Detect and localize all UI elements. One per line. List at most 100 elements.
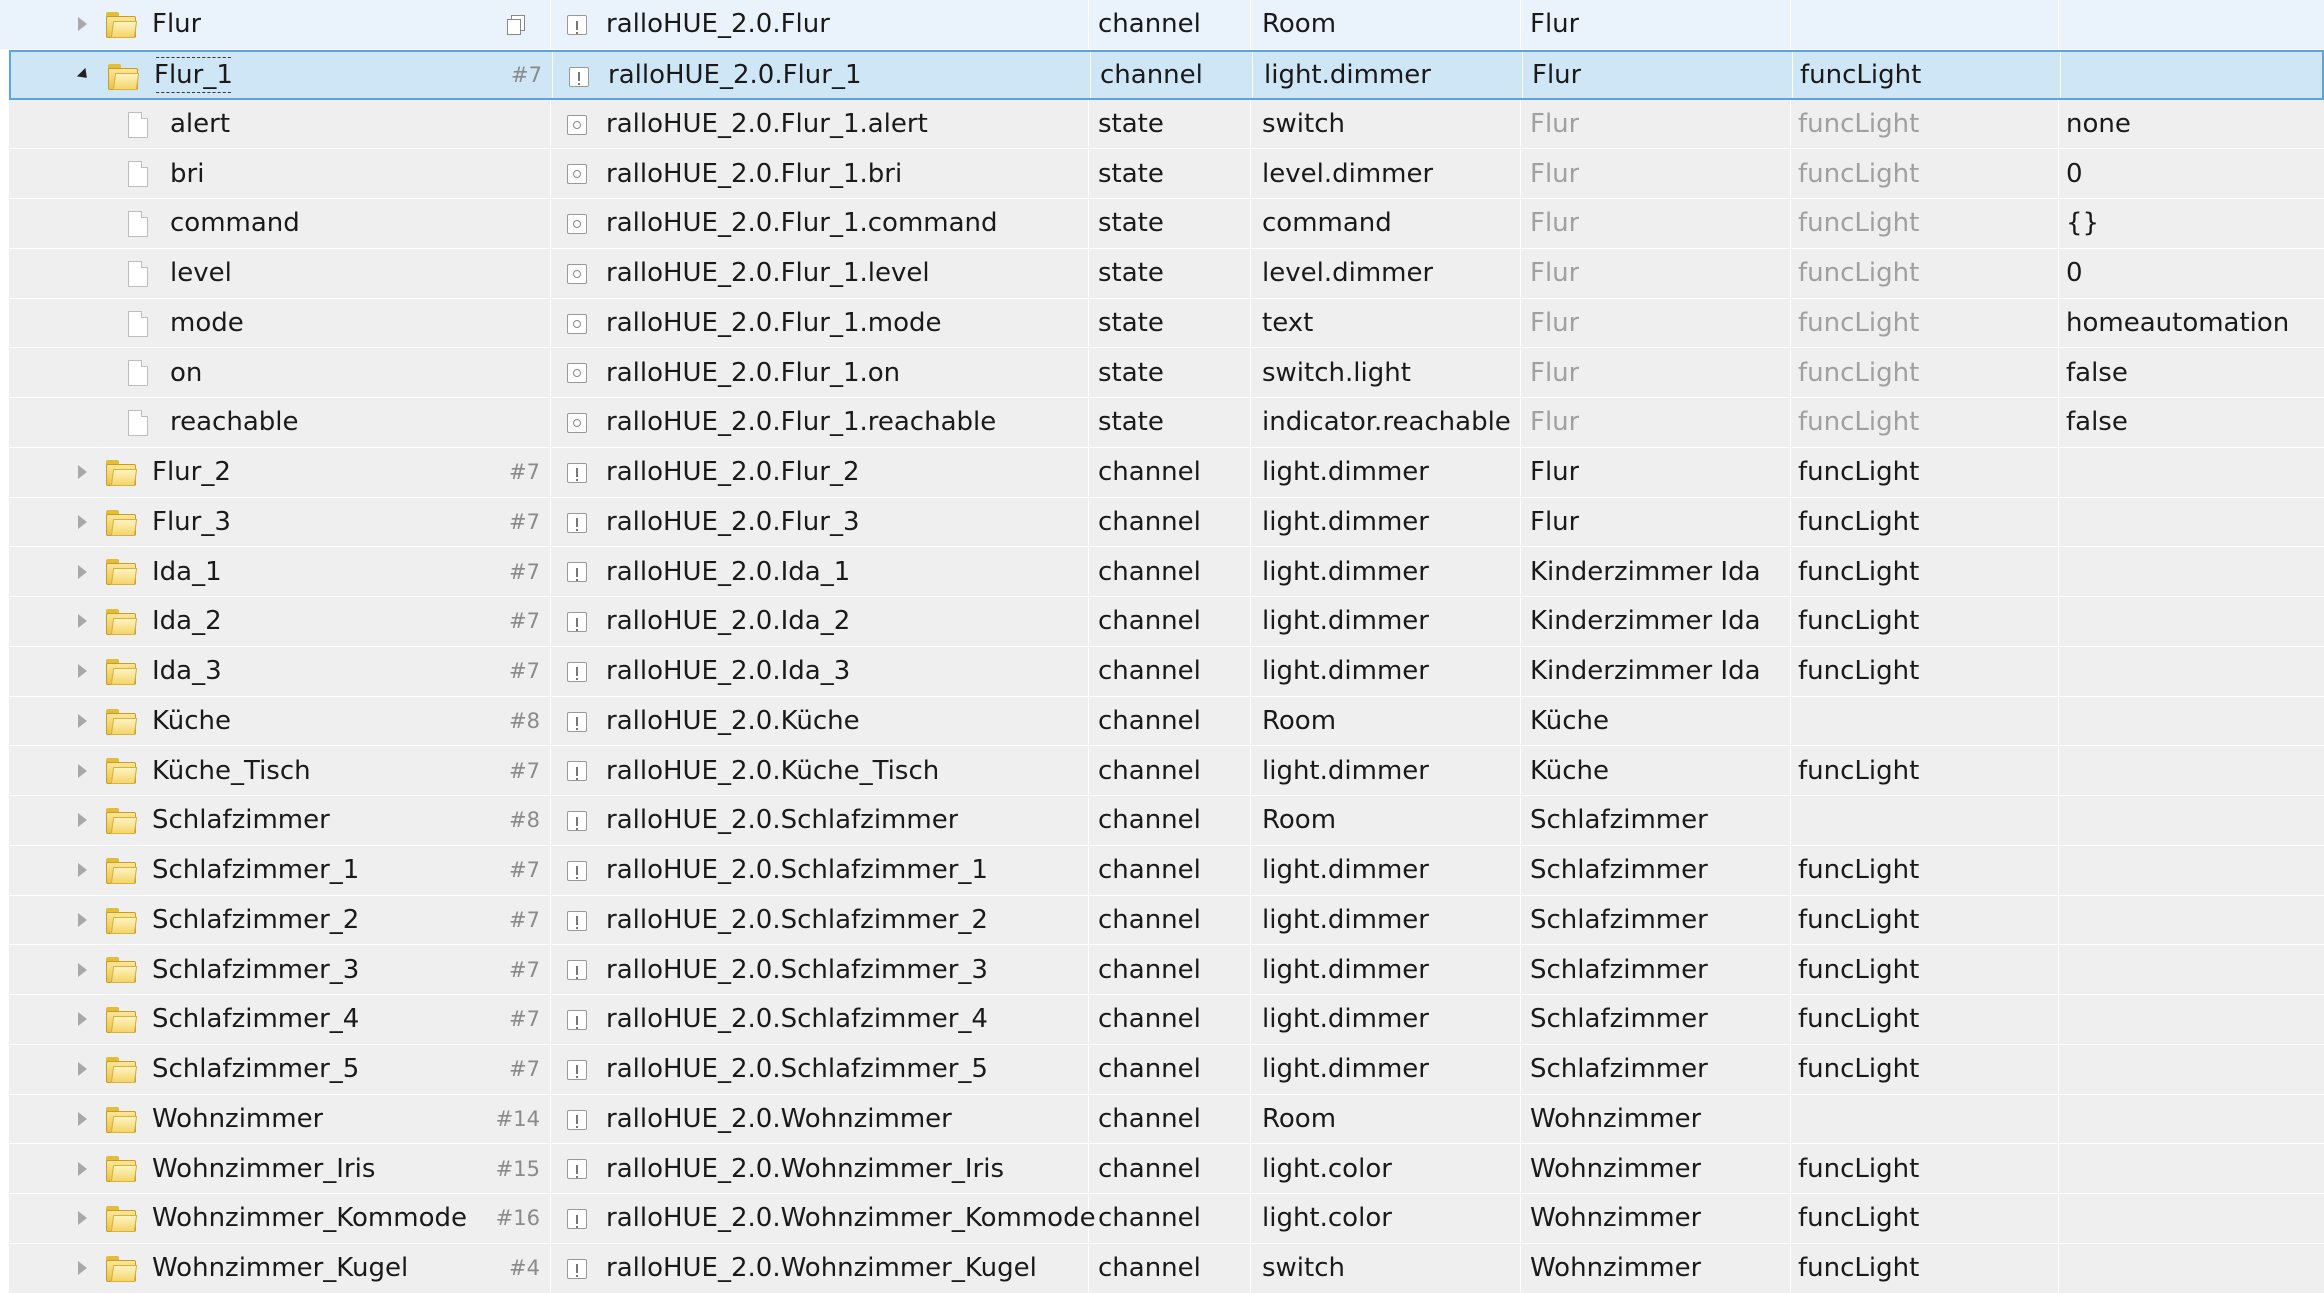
- table-row[interactable]: Wohnzimmer_Kugel #4 ralloHUE_2.0.Wohnzimme…: [9, 1243, 2324, 1294]
- expand-toggle[interactable]: [72, 647, 92, 696]
- object-name-label: Schlafzimmer_5: [152, 1054, 360, 1085]
- object-function: funcLight: [1798, 656, 1920, 687]
- object-value[interactable]: homeautomation: [2066, 299, 2289, 348]
- object-name[interactable]: Wohnzimmer_Kommode: [152, 1194, 467, 1243]
- object-room: Schlafzimmer: [1530, 855, 1708, 886]
- object-value[interactable]: 0: [2066, 249, 2083, 298]
- table-row[interactable]: Schlafzimmer #8 ralloHUE_2.0.Schlafzimmer c…: [9, 796, 2324, 846]
- object-name[interactable]: Schlafzimmer_5: [152, 1045, 359, 1094]
- channel-icon: [567, 661, 587, 682]
- object-name[interactable]: Wohnzimmer_Kugel: [152, 1244, 408, 1293]
- expand-toggle[interactable]: [72, 746, 92, 795]
- expand-toggle[interactable]: [72, 0, 92, 49]
- expand-toggle[interactable]: [72, 896, 92, 945]
- expand-toggle[interactable]: [72, 597, 92, 646]
- object-role: light.dimmer: [1262, 656, 1429, 687]
- object-name[interactable]: Flur_1: [154, 52, 233, 98]
- expand-toggle[interactable]: [72, 995, 92, 1044]
- object-value[interactable]: {}: [2066, 199, 2099, 248]
- object-name[interactable]: Flur_2: [152, 448, 231, 497]
- object-name[interactable]: level: [170, 249, 232, 298]
- table-row[interactable]: Küche_Tisch #7 ralloHUE_2.0.Küche_Tisch cha…: [9, 746, 2324, 796]
- folder-icon: [106, 609, 138, 635]
- object-name[interactable]: Ida_2: [152, 597, 222, 646]
- object-name[interactable]: command: [170, 199, 300, 248]
- channel-icon: [567, 512, 587, 533]
- folder-icon: [106, 1007, 138, 1033]
- object-name[interactable]: mode: [170, 299, 244, 348]
- object-role: level.dimmer: [1262, 158, 1434, 189]
- object-name[interactable]: Ida_3: [152, 647, 222, 696]
- collapse-toggle[interactable]: [74, 52, 94, 98]
- expand-toggle[interactable]: [72, 498, 92, 547]
- object-name[interactable]: Ida_1: [152, 547, 222, 596]
- table-row[interactable]: Ida_1 #7 ralloHUE_2.0.Ida_1 channel light.di…: [9, 547, 2324, 597]
- table-row[interactable]: alert ralloHUE_2.0.Flur_1.alert state switc…: [9, 99, 2324, 150]
- expand-toggle[interactable]: [72, 846, 92, 895]
- object-value[interactable]: false: [2066, 348, 2128, 397]
- file-icon: [128, 161, 148, 188]
- object-name-label: Schlafzimmer_2: [152, 904, 360, 935]
- object-name[interactable]: Wohnzimmer: [152, 1095, 323, 1144]
- object-name[interactable]: Schlafzimmer_3: [152, 945, 359, 994]
- expand-toggle[interactable]: [72, 945, 92, 994]
- expand-toggle[interactable]: [72, 547, 92, 596]
- expand-toggle[interactable]: [72, 1194, 92, 1243]
- table-row[interactable]: Ida_2 #7 ralloHUE_2.0.Ida_2 channel light.di…: [9, 597, 2324, 647]
- table-row[interactable]: level ralloHUE_2.0.Flur_1.level state level…: [9, 248, 2324, 299]
- channel-icon: [567, 960, 587, 981]
- object-value[interactable]: 0: [2066, 149, 2083, 198]
- object-name[interactable]: on: [170, 348, 202, 397]
- table-row[interactable]: Wohnzimmer_Iris #15 ralloHUE_2.0.Wohnzimme…: [9, 1144, 2324, 1194]
- table-row[interactable]: Flur_1 #7 ralloHUE_2.0.Flur_1 channel light.…: [9, 49, 2324, 100]
- copy-icon[interactable]: [505, 13, 527, 35]
- object-name[interactable]: alert: [170, 100, 230, 149]
- expand-toggle[interactable]: [72, 796, 92, 845]
- expand-toggle[interactable]: [72, 1144, 92, 1193]
- object-name[interactable]: Küche: [152, 697, 231, 746]
- table-row[interactable]: Flur_3 #7 ralloHUE_2.0.Flur_3 channel light.…: [9, 497, 2324, 548]
- object-value[interactable]: false: [2066, 398, 2128, 447]
- table-row[interactable]: Flur_2 #7 ralloHUE_2.0.Flur_2 channel light.…: [9, 447, 2324, 498]
- expand-toggle[interactable]: [72, 448, 92, 497]
- object-name[interactable]: Flur: [152, 0, 201, 49]
- table-row[interactable]: Schlafzimmer_2 #7 ralloHUE_2.0.Schlafzimme…: [9, 895, 2324, 946]
- expand-toggle[interactable]: [72, 1244, 92, 1293]
- table-row[interactable]: Wohnzimmer_Kommode #16 ralloHUE_2.0.Wohnzi…: [9, 1194, 2324, 1244]
- object-name[interactable]: Schlafzimmer_4: [152, 995, 359, 1044]
- expand-toggle[interactable]: [72, 1095, 92, 1144]
- object-role: command: [1262, 208, 1392, 239]
- object-name[interactable]: Flur_3: [152, 498, 231, 547]
- object-name[interactable]: Wohnzimmer_Iris: [152, 1144, 375, 1193]
- object-name[interactable]: Schlafzimmer_1: [152, 846, 359, 895]
- object-type: state: [1098, 357, 1164, 388]
- table-row[interactable]: Wohnzimmer #14 ralloHUE_2.0.Wohnzimmer chan…: [9, 1094, 2324, 1145]
- object-room: Schlafzimmer: [1530, 1004, 1708, 1035]
- table-row[interactable]: bri ralloHUE_2.0.Flur_1.bri state level.dim…: [9, 149, 2324, 199]
- object-id: ralloHUE_2.0.Wohnzimmer_Iris: [606, 1153, 1004, 1184]
- table-row[interactable]: Schlafzimmer_5 #7 ralloHUE_2.0.Schlafzimme…: [9, 1044, 2324, 1095]
- object-value[interactable]: none: [2066, 100, 2131, 149]
- expand-toggle[interactable]: [72, 697, 92, 746]
- table-row[interactable]: on ralloHUE_2.0.Flur_1.on state switch.ligh…: [9, 348, 2324, 398]
- table-row[interactable]: reachable ralloHUE_2.0.Flur_1.reachable st…: [9, 398, 2324, 448]
- table-row[interactable]: Küche #8 ralloHUE_2.0.Küche channel Room Küch…: [9, 696, 2324, 747]
- table-row[interactable]: mode ralloHUE_2.0.Flur_1.mode state text Flu…: [9, 298, 2324, 349]
- object-name[interactable]: Küche_Tisch: [152, 746, 311, 795]
- object-name-label: Schlafzimmer_4: [152, 1004, 360, 1035]
- folder-icon: [106, 658, 138, 685]
- table-row[interactable]: Schlafzimmer_1 #7 ralloHUE_2.0.Schlafzimme…: [9, 845, 2324, 896]
- table-row[interactable]: Schlafzimmer_3 #7 ralloHUE_2.0.Schlafzimme…: [9, 945, 2324, 995]
- table-row[interactable]: command ralloHUE_2.0.Flur_1.command state c…: [9, 199, 2324, 249]
- table-row[interactable]: Schlafzimmer_4 #7 ralloHUE_2.0.Schlafzimme…: [9, 995, 2324, 1045]
- object-room: Flur: [1530, 407, 1580, 438]
- table-row[interactable]: Flur ralloHUE_2.0.Flur channel Room Flur: [0, 0, 2324, 50]
- object-room: Kinderzimmer Ida: [1530, 606, 1761, 637]
- expand-toggle[interactable]: [72, 1045, 92, 1094]
- object-role: indicator.reachable: [1262, 407, 1511, 438]
- object-name[interactable]: bri: [170, 149, 204, 198]
- object-name[interactable]: reachable: [170, 398, 298, 447]
- table-row[interactable]: Ida_3 #7 ralloHUE_2.0.Ida_3 channel light.di…: [9, 646, 2324, 697]
- object-name[interactable]: Schlafzimmer: [152, 796, 330, 845]
- object-name[interactable]: Schlafzimmer_2: [152, 896, 359, 945]
